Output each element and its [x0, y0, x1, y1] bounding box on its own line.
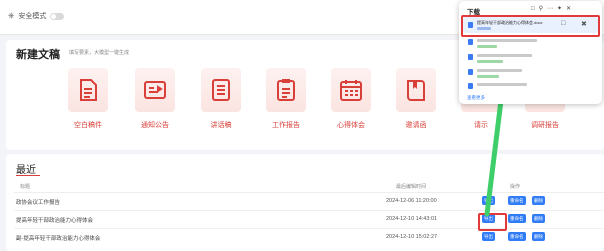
- download-highlight-box: [461, 15, 600, 37]
- blurred-filename: [477, 83, 527, 86]
- file-icon: [468, 54, 473, 60]
- blurred-filename: [477, 54, 532, 57]
- close-icon[interactable]: ✕: [566, 6, 575, 12]
- file-icon: [468, 69, 473, 75]
- folder-icon[interactable]: □: [531, 6, 539, 12]
- pin-icon[interactable]: ✦: [557, 6, 566, 12]
- blurred-filename: [477, 69, 522, 72]
- search-icon[interactable]: ⚲: [539, 6, 547, 12]
- view-more-link[interactable]: 查看更多: [467, 95, 485, 101]
- blurred-meta: [477, 45, 497, 48]
- downloads-panel: 下载 □⚲⋯✦✕ 提高年轻干部政治能力心得体会.docx □ ✖ 查看更多: [459, 1, 602, 104]
- blurred-meta: [477, 75, 499, 78]
- downloads-toolbar: □⚲⋯✦✕: [531, 5, 575, 12]
- more-icon[interactable]: ⋯: [547, 6, 557, 12]
- file-icon: [468, 39, 473, 45]
- blurred-filename: [477, 39, 537, 42]
- file-icon: [468, 83, 473, 89]
- blurred-meta: [477, 60, 503, 63]
